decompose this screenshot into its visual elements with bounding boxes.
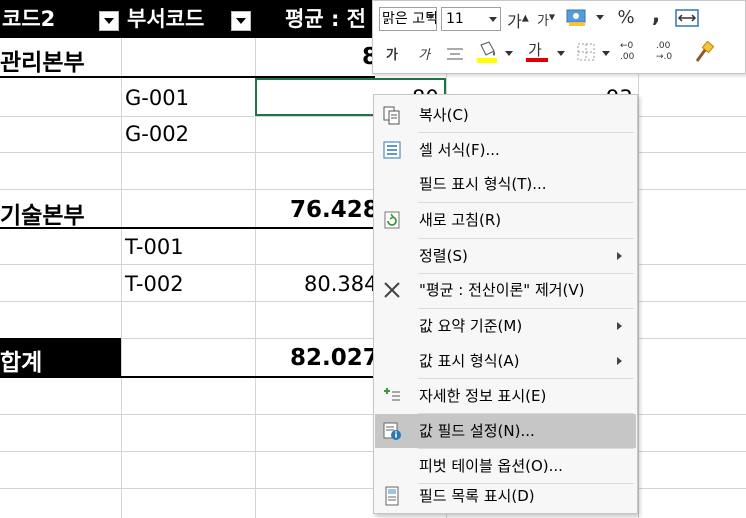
shrink-font-button[interactable]: 가▼: [535, 10, 557, 29]
decrease-decimal-button[interactable]: .00 →.0: [656, 41, 686, 67]
wrap-text-button[interactable]: [673, 6, 701, 30]
chevron-down-icon: [489, 17, 497, 22]
paint-bucket-icon: [477, 41, 497, 63]
bold-button[interactable]: 가: [383, 44, 401, 63]
filter-dropdown-icon[interactable]: [231, 11, 251, 31]
grand-total-border: [0, 376, 375, 378]
refresh-icon: [384, 211, 400, 229]
value-cell[interactable]: 80.384: [304, 272, 377, 296]
chevron-down-icon[interactable]: [602, 51, 610, 56]
copy-icon: [383, 106, 400, 125]
decrease-decimal-icon: .00: [656, 41, 671, 51]
accounting-format-icon: [566, 9, 586, 26]
menu-item-summarize-values-by[interactable]: 값 요약 기준(M): [375, 309, 636, 343]
menu-item-label: 복사(C): [419, 106, 469, 124]
borders-icon: [577, 43, 595, 61]
menu-item-label: "평균 : 전산이론" 제거(V): [419, 281, 585, 299]
chevron-down-icon[interactable]: [557, 51, 565, 56]
value-field-settings-icon: [383, 422, 401, 440]
menu-item-value-field-settings[interactable]: 값 필드 설정(N)...: [375, 414, 636, 448]
mini-toolbar: 맑은 고딕 11 가▲ 가▼ % , 가 가 가 ←0 .00 .00 →.0: [372, 0, 746, 74]
fill-color-button[interactable]: [475, 39, 499, 65]
font-size-value: 11: [446, 11, 464, 27]
menu-item-label: 새로 고침(R): [419, 211, 502, 229]
font-color-icon: 가: [528, 41, 542, 59]
header-label: 코드2: [2, 7, 56, 31]
menu-item-format-cells[interactable]: 셀 서식(F)...: [375, 133, 636, 167]
menu-item-label: 필드 표시 형식(T)...: [419, 175, 547, 193]
filter-dropdown-icon[interactable]: [99, 11, 119, 31]
subtotal-border: [0, 227, 375, 229]
submenu-arrow-icon: [617, 322, 622, 330]
menu-item-label: 필드 목록 표시(D): [419, 487, 535, 505]
borders-button[interactable]: [575, 41, 597, 63]
menu-item-show-values-as[interactable]: 값 표시 형식(A): [375, 344, 636, 378]
chevron-down-icon[interactable]: [505, 51, 513, 56]
percent-icon: %: [617, 7, 635, 28]
format-cells-icon: [383, 141, 401, 159]
italic-button[interactable]: 가: [415, 44, 433, 63]
menu-item-copy[interactable]: 복사(C): [375, 98, 636, 132]
percent-style-button[interactable]: %: [616, 7, 636, 28]
format-painter-button[interactable]: [693, 40, 715, 65]
menu-item-show-details[interactable]: 자세한 정보 표시(E): [375, 379, 636, 413]
increase-decimal-button[interactable]: ←0 .00: [620, 41, 650, 67]
context-menu: 복사(C) 셀 서식(F)... 필드 표시 형식(T)... 새로 고침(R)…: [373, 94, 638, 514]
menu-item-label: 정렬(S): [419, 247, 468, 265]
show-detail-icon: [384, 388, 400, 401]
menu-item-show-field-list[interactable]: 필드 목록 표시(D): [375, 479, 636, 513]
menu-item-label: 피벗 테이블 옵션(O)...: [419, 457, 563, 475]
menu-item-label: 값 필드 설정(N)...: [419, 422, 535, 440]
decrease-decimal-icon-bottom: →.0: [656, 52, 673, 62]
dept-code[interactable]: T-002: [125, 272, 184, 296]
dept-code[interactable]: G-001: [125, 86, 189, 110]
menu-item-pivottable-options[interactable]: 피벗 테이블 옵션(O)...: [375, 449, 636, 483]
font-color-button[interactable]: 가: [525, 39, 549, 65]
submenu-arrow-icon: [617, 357, 622, 365]
remove-icon: [384, 282, 400, 298]
align-center-icon: [447, 48, 463, 60]
menu-item-label: 셀 서식(F)...: [419, 141, 500, 159]
grand-total-label: 합계: [0, 350, 43, 376]
bold-icon: 가: [386, 48, 398, 63]
grand-total-label-cell[interactable]: 합계: [0, 338, 121, 376]
chevron-down-icon[interactable]: [427, 14, 435, 19]
grow-font-icon: 가: [507, 12, 522, 31]
wrap-text-icon: [675, 9, 699, 27]
menu-item-label: 값 요약 기준(M): [419, 317, 523, 335]
dept-label[interactable]: 기술본부: [0, 196, 85, 230]
shrink-font-icon: 가: [536, 14, 549, 29]
menu-item-sort[interactable]: 정렬(S): [375, 239, 636, 273]
chevron-down-icon[interactable]: [596, 15, 604, 20]
menu-item-label: 자세한 정보 표시(E): [419, 387, 547, 405]
comma-icon: ,: [651, 3, 661, 28]
increase-decimal-icon-bottom: .00: [620, 52, 635, 62]
italic-icon: 가: [418, 48, 430, 63]
format-painter-icon: [695, 40, 715, 62]
menu-item-refresh[interactable]: 새로 고침(R): [375, 203, 636, 237]
field-list-icon: [385, 486, 399, 506]
grow-font-button[interactable]: 가▲: [507, 8, 529, 32]
comma-style-button[interactable]: ,: [649, 3, 663, 28]
menu-item-field-number-format[interactable]: 필드 표시 형식(T)...: [375, 167, 636, 201]
increase-decimal-icon: ←0: [620, 41, 634, 51]
dept-label[interactable]: 관리본부: [0, 43, 85, 77]
align-center-button[interactable]: [445, 45, 465, 63]
dept-code[interactable]: G-002: [125, 122, 189, 146]
menu-item-remove-field[interactable]: "평균 : 전산이론" 제거(V): [375, 273, 636, 307]
font-color-swatch: [526, 58, 548, 62]
font-name-input[interactable]: 맑은 고딕: [379, 7, 437, 31]
column-divider: [638, 0, 639, 518]
header-label: 평균 : 전: [285, 7, 366, 31]
font-size-input[interactable]: 11: [441, 7, 501, 31]
header-label: 부서코드: [127, 7, 205, 31]
submenu-arrow-icon: [617, 252, 622, 260]
header-cell-average[interactable]: 평균 : 전: [255, 0, 375, 38]
menu-item-label: 값 표시 형식(A): [419, 352, 520, 370]
accounting-format-button[interactable]: [565, 7, 591, 29]
dept-code[interactable]: T-001: [125, 235, 184, 259]
